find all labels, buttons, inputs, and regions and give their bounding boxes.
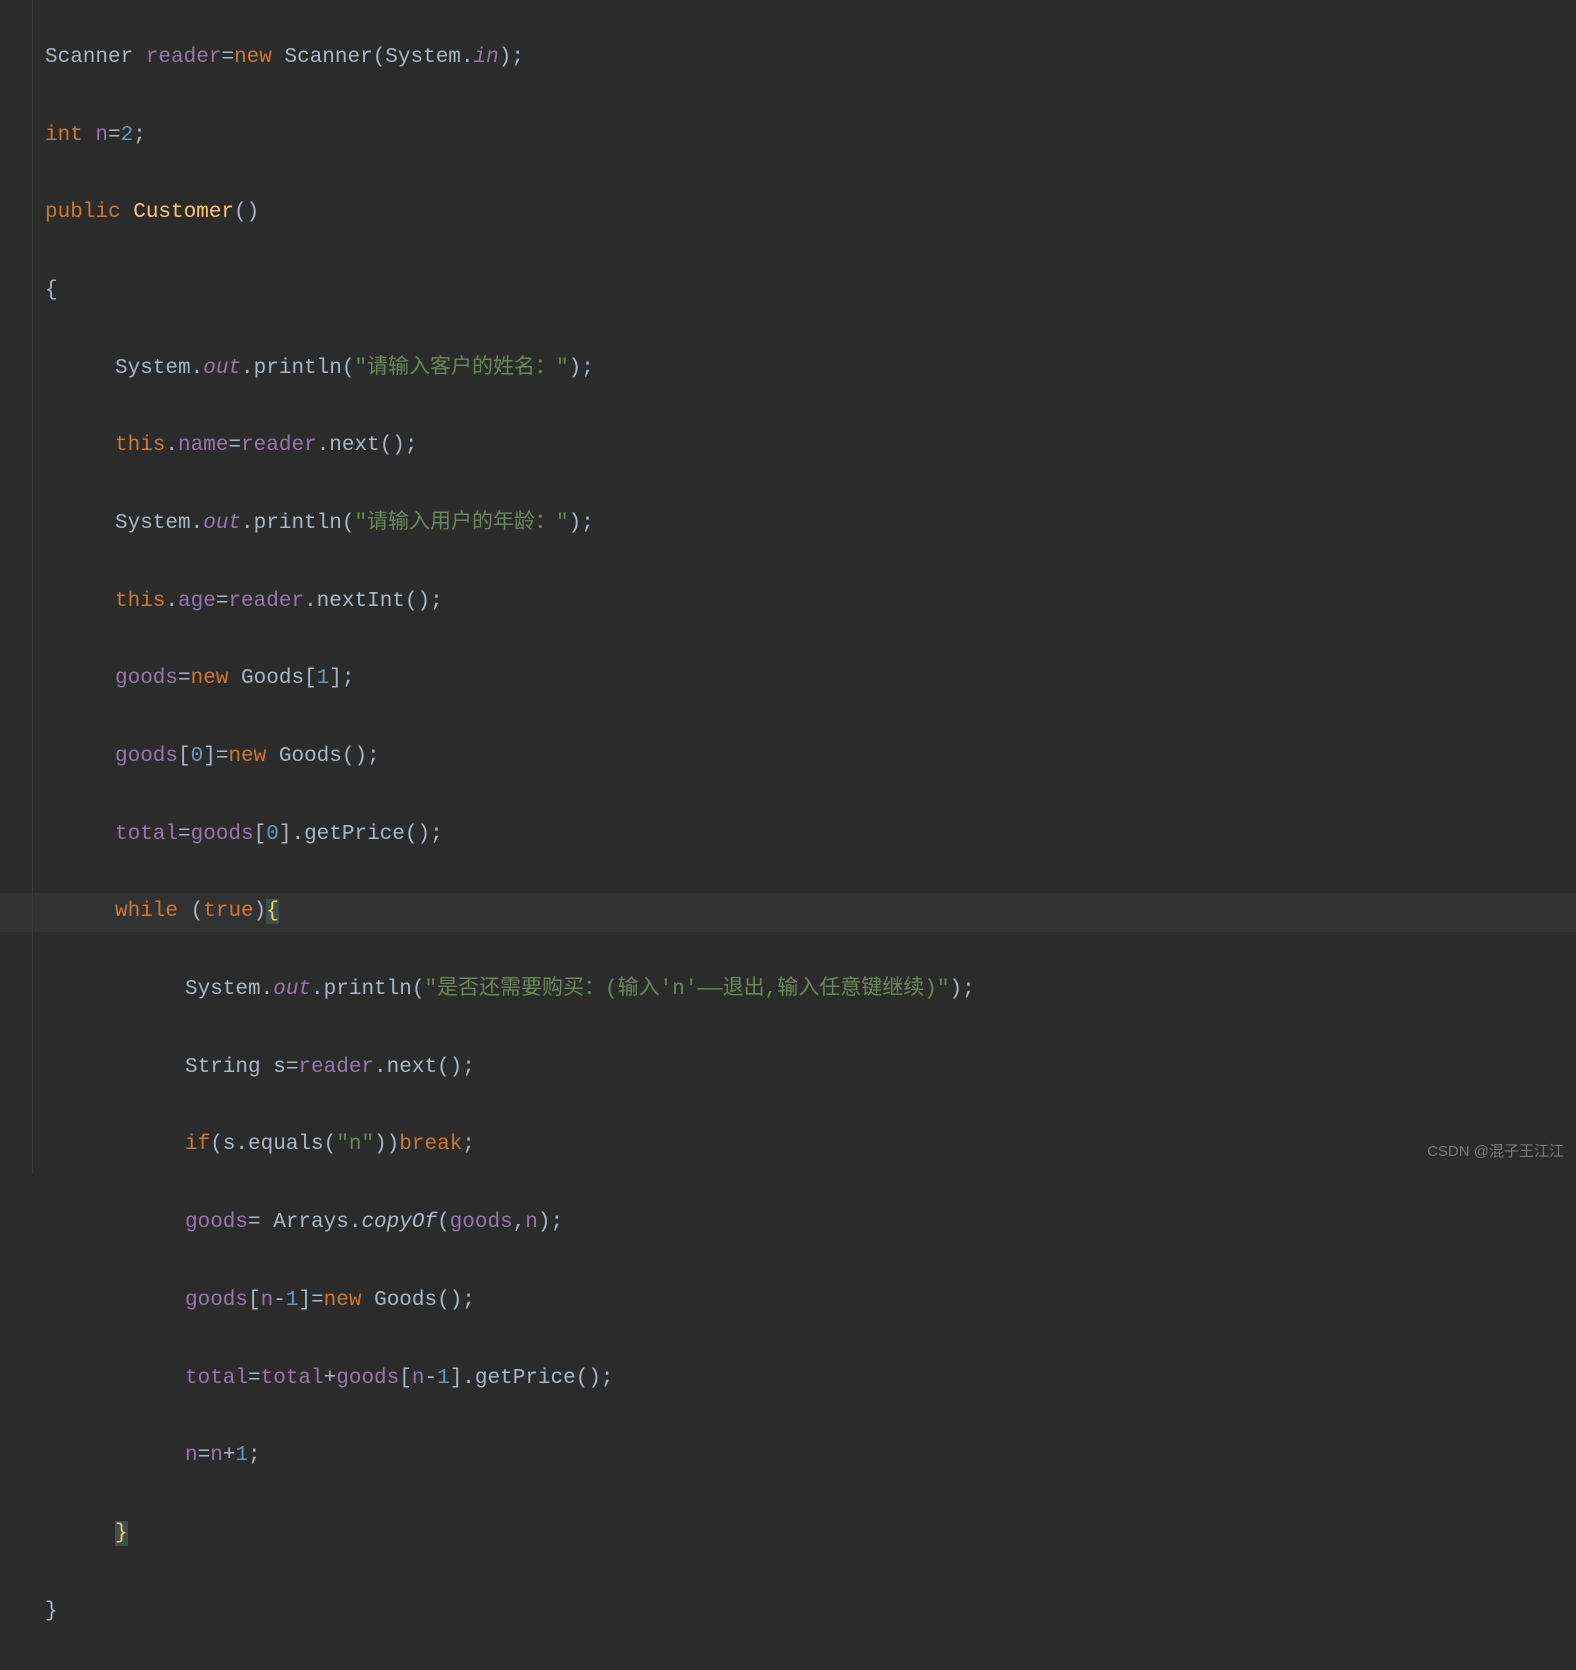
code-line: public Customer() (45, 194, 1576, 233)
watermark-text: CSDN @混子王江江 (1427, 1138, 1564, 1166)
code-line: if(s.equals("n"))break; (45, 1126, 1576, 1165)
code-line: System.out.println("是否还需要购买：(输入'n'——退出,输… (45, 971, 1576, 1010)
code-line-current: while (true){ (0, 893, 1576, 932)
code-line: String s=reader.next(); (45, 1049, 1576, 1088)
code-line: total=goods[0].getPrice(); (45, 816, 1576, 855)
code-line: { (45, 272, 1576, 311)
code-line: goods[n-1]=new Goods(); (45, 1282, 1576, 1321)
gutter-indent-guide (32, 0, 33, 1174)
code-line: System.out.println("请输入用户的年龄："); (45, 505, 1576, 544)
code-line: total=total+goods[n-1].getPrice(); (45, 1360, 1576, 1399)
code-line: } (45, 1593, 1576, 1632)
code-line: this.age=reader.nextInt(); (45, 583, 1576, 622)
code-line: this.name=reader.next(); (45, 427, 1576, 466)
brace-highlight: { (266, 899, 279, 924)
code-editor[interactable]: Scanner reader=new Scanner(System.in); i… (0, 0, 1576, 1670)
code-line: int n=2; (45, 117, 1576, 156)
code-line: System.out.println("请输入客户的姓名："); (45, 350, 1576, 389)
code-line: goods= Arrays.copyOf(goods,n); (45, 1204, 1576, 1243)
code-line: goods[0]=new Goods(); (45, 738, 1576, 777)
code-line: goods=new Goods[1]; (45, 660, 1576, 699)
code-line: n=n+1; (45, 1437, 1576, 1476)
code-line: Scanner reader=new Scanner(System.in); (45, 39, 1576, 78)
code-line: } (45, 1515, 1576, 1554)
brace-highlight: } (115, 1521, 128, 1546)
